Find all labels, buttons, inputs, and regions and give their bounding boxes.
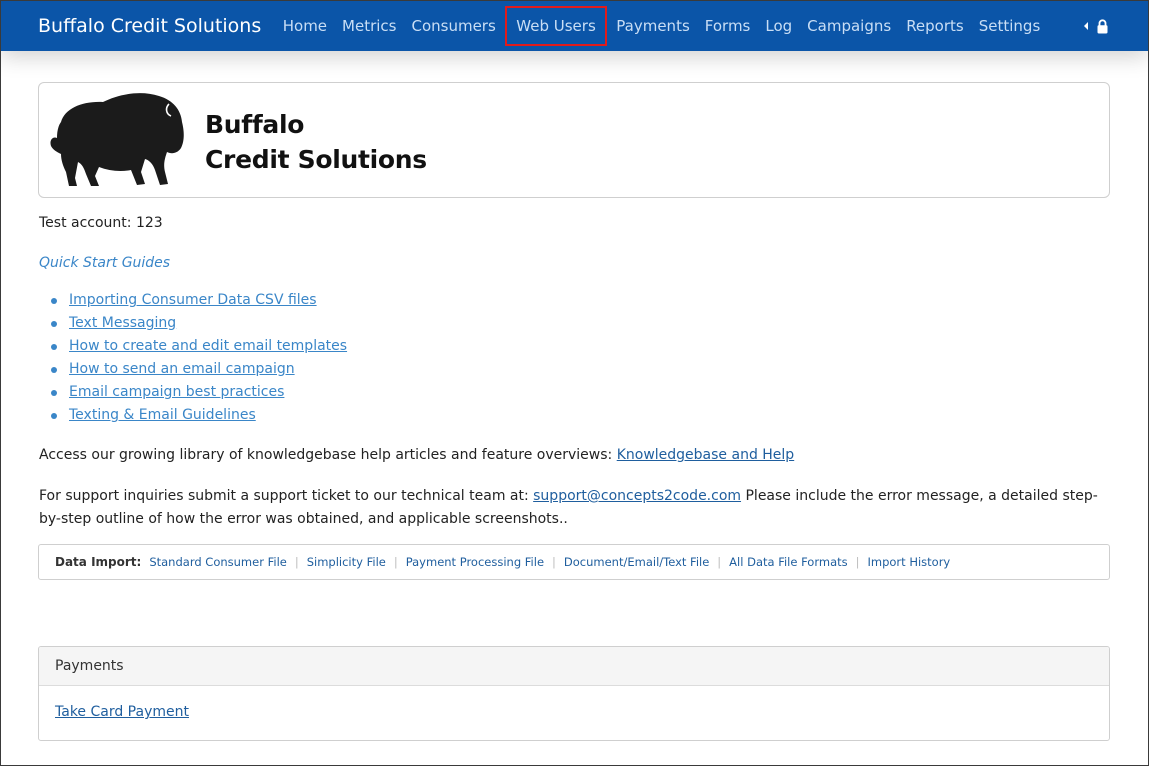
list-item: Text Messaging — [38, 312, 347, 335]
knowledgebase-text: Access our growing library of knowledgeb… — [39, 447, 794, 463]
guide-link-importing-csv[interactable]: Importing Consumer Data CSV files — [69, 292, 317, 308]
logo-line-2: Credit Solutions — [205, 145, 427, 174]
list-item: How to send an email campaign — [38, 358, 347, 381]
quick-start-guides-list: Importing Consumer Data CSV files Text M… — [38, 289, 347, 427]
brand-link[interactable]: Buffalo Credit Solutions — [38, 15, 261, 37]
bison-icon — [50, 93, 184, 186]
nav-item-settings[interactable]: Settings — [971, 8, 1048, 44]
separator: | — [855, 555, 860, 569]
nav-item-web-users[interactable]: Web Users — [505, 6, 607, 46]
payments-panel: Payments Take Card Payment — [38, 646, 1110, 741]
lock-icon — [1097, 18, 1108, 34]
nav-item-forms[interactable]: Forms — [697, 8, 758, 44]
import-link-document-email-text-file[interactable]: Document/Email/Text File — [564, 555, 709, 569]
quick-start-guides-title[interactable]: Quick Start Guides — [39, 255, 170, 271]
nav-item-log[interactable]: Log — [758, 8, 800, 44]
list-item: Email campaign best practices — [38, 381, 347, 404]
caret-left-icon — [1084, 22, 1088, 30]
nav-item-consumers[interactable]: Consumers — [404, 8, 503, 44]
separator: | — [393, 555, 398, 569]
import-link-simplicity-file[interactable]: Simplicity File — [307, 555, 386, 569]
logo-line-1: Buffalo — [205, 110, 305, 139]
knowledgebase-link[interactable]: Knowledgebase and Help — [617, 447, 795, 463]
nav-item-payments[interactable]: Payments — [609, 8, 697, 44]
guide-link-text-messaging[interactable]: Text Messaging — [69, 315, 176, 331]
import-link-payment-processing-file[interactable]: Payment Processing File — [406, 555, 544, 569]
list-item: How to create and edit email templates — [38, 335, 347, 358]
import-link-all-data-file-formats[interactable]: All Data File Formats — [729, 555, 847, 569]
company-banner: Buffalo Credit Solutions — [38, 82, 1110, 198]
nav-menu: Home Metrics Consumers Web Users Payment… — [275, 6, 1048, 46]
support-text-before: For support inquiries submit a support t… — [39, 488, 534, 504]
payments-panel-heading: Payments — [39, 647, 1109, 686]
test-account-label: Test account: 123 — [39, 215, 163, 231]
main-content: Buffalo Credit Solutions Test account: 1… — [38, 82, 1110, 741]
support-email-link[interactable]: support@concepts2code.com — [533, 488, 741, 504]
import-link-import-history[interactable]: Import History — [868, 555, 951, 569]
nav-item-home[interactable]: Home — [275, 8, 334, 44]
guide-link-campaign-best-practices[interactable]: Email campaign best practices — [69, 384, 284, 400]
nav-item-campaigns[interactable]: Campaigns — [800, 8, 899, 44]
list-item: Texting & Email Guidelines — [38, 404, 347, 427]
company-logo-text: Buffalo Credit Solutions — [205, 107, 427, 177]
app-window: Buffalo Credit Solutions Home Metrics Co… — [0, 0, 1149, 766]
nav-item-metrics[interactable]: Metrics — [335, 8, 404, 44]
guide-link-send-email-campaign[interactable]: How to send an email campaign — [69, 361, 295, 377]
payments-panel-body: Take Card Payment — [39, 686, 1109, 720]
user-menu[interactable] — [1084, 1, 1108, 51]
separator: | — [552, 555, 556, 569]
data-import-label: Data Import: — [55, 555, 142, 569]
data-import-bar: Data Import: Standard Consumer File | Si… — [38, 544, 1110, 580]
top-navbar: Buffalo Credit Solutions Home Metrics Co… — [1, 1, 1148, 51]
support-text: For support inquiries submit a support t… — [39, 485, 1099, 531]
knowledgebase-description: Access our growing library of knowledgeb… — [39, 447, 617, 463]
separator: | — [294, 555, 299, 569]
take-card-payment-link[interactable]: Take Card Payment — [55, 704, 189, 720]
list-item: Importing Consumer Data CSV files — [38, 289, 347, 312]
guide-link-texting-email-guidelines[interactable]: Texting & Email Guidelines — [69, 407, 256, 423]
separator: | — [717, 555, 722, 569]
import-link-standard-consumer-file[interactable]: Standard Consumer File — [149, 555, 287, 569]
guide-link-email-templates[interactable]: How to create and edit email templates — [69, 338, 347, 354]
nav-item-reports[interactable]: Reports — [899, 8, 972, 44]
